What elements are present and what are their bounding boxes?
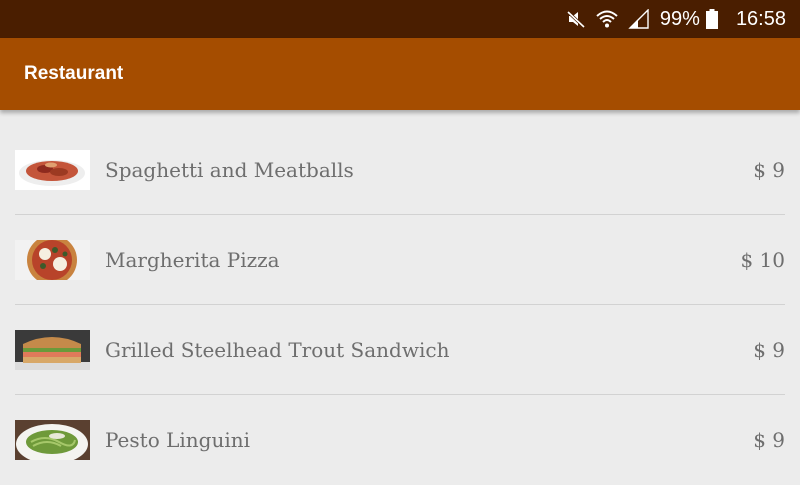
signal-icon: [628, 9, 650, 29]
dish-name: Grilled Steelhead Trout Sandwich: [105, 337, 450, 362]
pesto-photo: [15, 420, 90, 460]
clock: 16:58: [735, 7, 786, 30]
dish-name: Pesto Linguini: [105, 428, 251, 452]
sandwich-photo: [15, 329, 90, 370]
menu-item-pizza[interactable]: Margherita Pizza $ 10: [15, 215, 785, 305]
dish-name: Margherita Pizza: [105, 247, 280, 272]
menu-item-spaghetti[interactable]: Spaghetti and Meatballs $ 9: [15, 125, 785, 215]
battery-percent: 99%: [659, 7, 700, 30]
menu-item-sandwich[interactable]: Grilled Steelhead Trout Sandwich $ 9: [15, 305, 785, 395]
pizza-photo: [15, 239, 90, 280]
dish-price: $ 10: [740, 247, 785, 272]
dish-price: $ 9: [753, 428, 785, 452]
dish-price: $ 9: [753, 337, 785, 362]
app-title: Restaurant: [24, 63, 124, 84]
menu-item-pesto[interactable]: Pesto Linguini $ 9: [15, 395, 785, 485]
dish-price: $ 9: [753, 157, 785, 182]
mute-icon: [566, 9, 586, 29]
dish-name: Spaghetti and Meatballs: [105, 157, 354, 182]
spaghetti-photo: [15, 149, 90, 190]
app-bar: Restaurant: [0, 38, 800, 110]
wifi-icon: [596, 9, 618, 29]
status-bar: 99% 16:58: [0, 0, 800, 38]
menu-list: Spaghetti and Meatballs $ 9 Margherita P…: [15, 125, 785, 485]
battery-icon: [705, 9, 718, 29]
